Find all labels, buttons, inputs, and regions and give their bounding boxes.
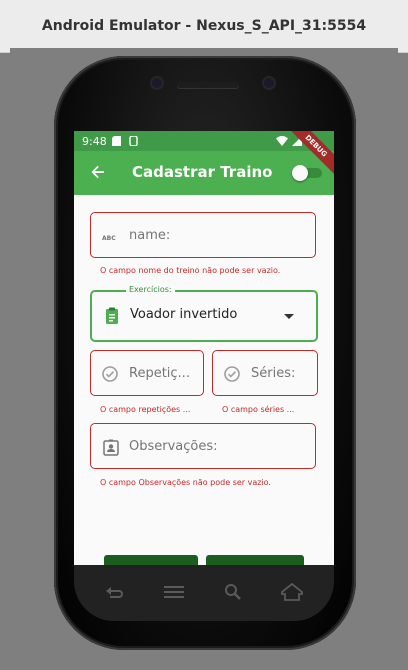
- observacoes-field[interactable]: Observações:: [90, 423, 316, 469]
- check-circle-icon: [224, 366, 240, 382]
- hardware-nav-bar: [74, 565, 334, 621]
- observacoes-error: O campo Observações não pode ser vazio.: [100, 478, 271, 487]
- svg-text:ABC: ABC: [102, 235, 116, 242]
- clipboard-icon: [106, 307, 118, 324]
- status-time: 9:48: [82, 134, 107, 148]
- save-button[interactable]: [206, 555, 304, 565]
- earpiece-speaker: [177, 82, 239, 88]
- back-icon[interactable]: [102, 583, 126, 601]
- check-circle-icon: [102, 366, 118, 382]
- app-notification-icon: [129, 136, 138, 146]
- contact-card-icon: [103, 439, 119, 456]
- theme-toggle-switch[interactable]: [292, 164, 322, 182]
- exercicios-label: Exercícios:: [126, 285, 175, 294]
- series-field[interactable]: Séries:: [212, 350, 318, 396]
- repeticoes-field[interactable]: Repetiç...: [90, 350, 204, 396]
- series-placeholder: Séries:: [251, 366, 296, 381]
- home-icon[interactable]: [280, 583, 304, 601]
- cancel-button[interactable]: [104, 555, 198, 565]
- page-title: Cadastrar Traino: [132, 163, 273, 181]
- back-arrow-icon[interactable]: [88, 162, 108, 182]
- exercicios-dropdown[interactable]: Exercícios: Voador invertido: [90, 285, 318, 342]
- device-screen: 9:48 Cadastrar Traino DEBUG ABC name: O …: [74, 131, 334, 565]
- sd-card-icon: [112, 136, 121, 146]
- name-placeholder: name:: [129, 228, 171, 243]
- series-error: O campo séries ...: [222, 405, 295, 414]
- exercicios-selected-value: Voador invertido: [130, 307, 238, 322]
- observacoes-placeholder: Observações:: [129, 439, 218, 454]
- name-field[interactable]: ABC name:: [90, 212, 316, 258]
- text-abc-icon: ABC: [102, 235, 116, 242]
- app-bar: Cadastrar Traino: [74, 151, 334, 195]
- wifi-icon: [276, 135, 288, 146]
- dropdown-arrow-icon: [284, 314, 294, 319]
- menu-icon[interactable]: [162, 583, 186, 601]
- search-icon[interactable]: [222, 583, 246, 601]
- toggle-thumb: [292, 165, 308, 181]
- sensor-icon: [264, 78, 274, 88]
- repeticoes-error: O campo repetições ...: [100, 405, 191, 414]
- name-error: O campo nome do treino não pode ser vazi…: [100, 266, 281, 275]
- front-camera-icon: [152, 78, 162, 88]
- repeticoes-placeholder: Repetiç...: [129, 366, 190, 381]
- emulator-window-title: Android Emulator - Nexus_S_API_31:5554: [0, 0, 408, 53]
